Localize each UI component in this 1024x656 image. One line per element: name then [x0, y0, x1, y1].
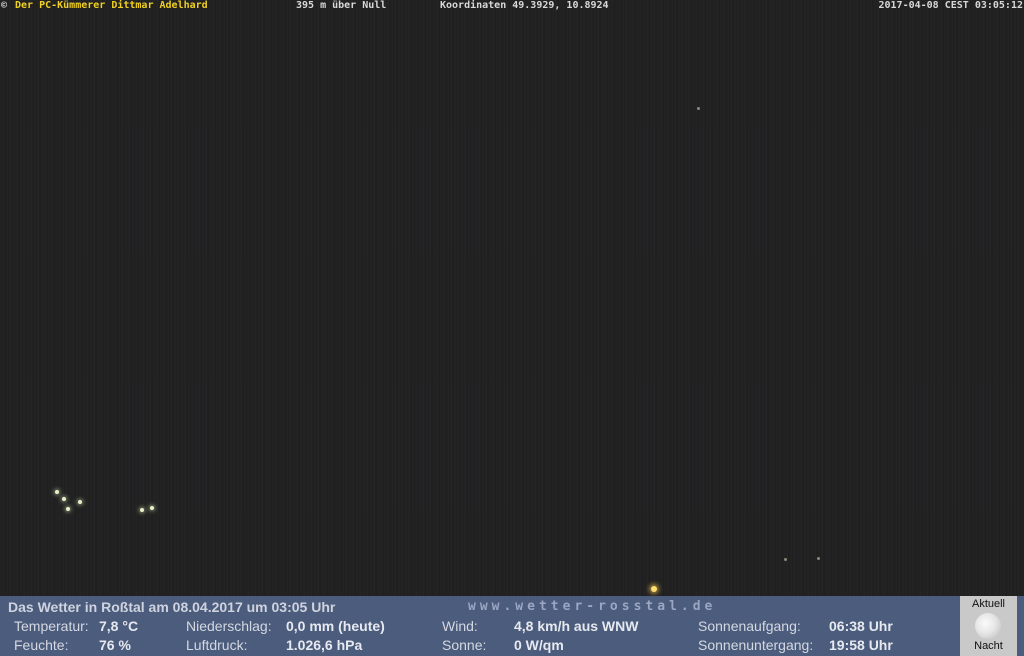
temperature-label: Temperatur: — [14, 618, 89, 634]
distant-light — [697, 107, 700, 110]
street-lamp — [651, 586, 657, 592]
pressure-label: Luftdruck: — [186, 637, 248, 653]
moon-phase-top-label: Aktuell — [971, 598, 1006, 610]
camera-overlay-bar: © Der PC-Kümmerer Dittmar Adelhard 395 m… — [0, 0, 1024, 12]
sunrise-value: 06:38 Uhr — [829, 618, 893, 634]
sunset-value: 19:58 Uhr — [829, 637, 893, 653]
precipitation-label: Niederschlag: — [186, 618, 272, 634]
weather-title: Das Wetter in Roßtal am 08.04.2017 um 03… — [8, 599, 336, 615]
timestamp-label: 2017-04-08 CEST 03:05:12 — [878, 0, 1024, 11]
sun-value: 0 W/qm — [514, 637, 564, 653]
owner-label: Der PC-Kümmerer Dittmar Adelhard — [15, 0, 208, 11]
coordinates-label: Koordinaten 49.3929, 10.8924 — [440, 0, 609, 11]
copyright-icon: © — [1, 0, 8, 11]
website-link[interactable]: www.wetter-rosstal.de — [468, 599, 716, 614]
webcam-image — [0, 0, 1024, 596]
moon-phase-panel: Aktuell Nacht — [960, 596, 1017, 656]
weather-info-bar: Das Wetter in Roßtal am 08.04.2017 um 03… — [0, 596, 1024, 656]
temperature-value: 7,8 °C — [99, 618, 139, 634]
sun-label: Sonne: — [442, 637, 487, 653]
precipitation-value: 0,0 mm (heute) — [286, 618, 385, 634]
distant-light — [62, 497, 66, 501]
sunset-label: Sonnenuntergang: — [698, 637, 814, 653]
distant-light — [150, 506, 154, 510]
humidity-value: 76 % — [99, 637, 131, 653]
distant-light — [55, 490, 59, 494]
wind-value: 4,8 km/h aus WNW — [514, 618, 639, 634]
pressure-value: 1.026,6 hPa — [286, 637, 363, 653]
distant-light — [66, 507, 70, 511]
distant-light — [78, 500, 82, 504]
wind-label: Wind: — [442, 618, 478, 634]
humidity-label: Feuchte: — [14, 637, 69, 653]
distant-light — [784, 558, 787, 561]
distant-light — [817, 557, 820, 560]
sunrise-label: Sonnenaufgang: — [698, 618, 801, 634]
altitude-label: 395 m über Null — [296, 0, 387, 11]
moon-icon — [975, 613, 1001, 639]
moon-phase-bottom-label: Nacht — [974, 640, 1003, 652]
distant-light — [140, 508, 144, 512]
